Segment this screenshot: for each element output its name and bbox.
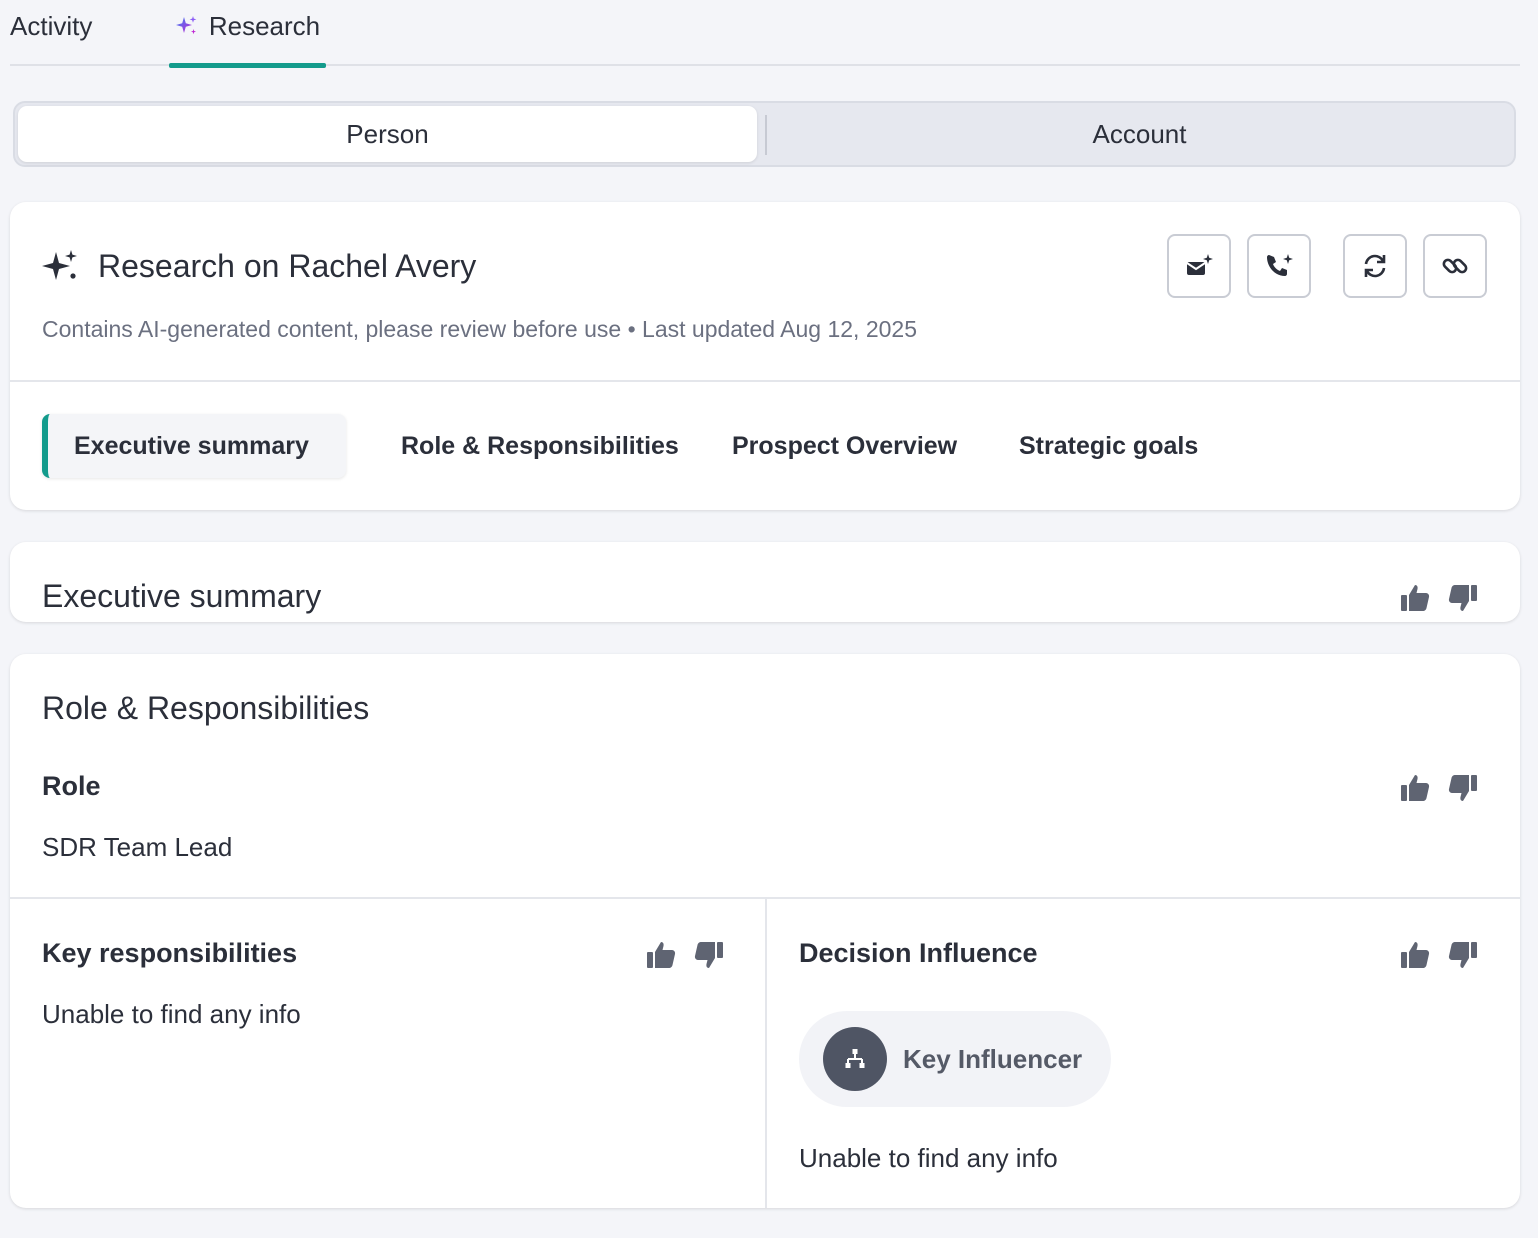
thumbs-down-button[interactable] — [1447, 772, 1479, 804]
research-subtitle: Contains AI-generated content, please re… — [42, 316, 917, 342]
subtab-prospect-overview[interactable]: Prospect Overview — [732, 414, 957, 478]
subtab-label: Prospect Overview — [732, 431, 958, 460]
segment-account[interactable]: Account — [767, 106, 1512, 162]
decision-influence-value: Unable to find any info — [799, 1143, 1058, 1173]
thumbs-down-button[interactable] — [693, 939, 725, 971]
subtab-label: Executive summary — [74, 431, 309, 460]
thumbs-down-icon — [694, 942, 723, 968]
decision-influence-label: Decision Influence — [799, 938, 1038, 968]
person-account-toggle: Person Account — [13, 101, 1516, 167]
segment-account-label: Account — [1092, 118, 1187, 149]
top-tab-bar: Activity Research — [10, 0, 1520, 68]
key-responsibilities-label: Key responsibilities — [42, 938, 298, 968]
thumbs-up-icon — [1401, 585, 1430, 611]
header-divider — [10, 380, 1520, 382]
executive-summary-title: Executive summary — [42, 578, 322, 614]
segment-person[interactable]: Person — [18, 106, 757, 162]
mail-sparkle-icon — [1184, 251, 1214, 281]
tab-activity[interactable]: Activity — [10, 0, 92, 66]
column-divider — [765, 898, 767, 1208]
subtab-strategic-goals[interactable]: Strategic goals — [1019, 414, 1198, 478]
role-value: SDR Team Lead — [42, 832, 233, 862]
thumbs-down-button[interactable] — [1447, 939, 1479, 971]
thumbs-down-icon — [1448, 775, 1477, 801]
role-label: Role — [42, 771, 101, 801]
phone-sparkle-icon — [1264, 251, 1294, 281]
tab-research-label: Research — [208, 10, 321, 41]
thumbs-up-icon — [647, 942, 676, 968]
thumbs-up-button[interactable] — [1399, 772, 1431, 804]
thumbs-down-icon — [1448, 942, 1477, 968]
thumbs-down-button[interactable] — [1447, 582, 1479, 614]
role-section-title: Role & Responsibilities — [42, 690, 370, 726]
sparkle-icon — [175, 14, 199, 38]
refresh-icon — [1360, 251, 1390, 281]
subtab-role-responsibilities[interactable]: Role & Responsibilities — [401, 414, 679, 478]
research-title: Research on Rachel Avery — [36, 246, 476, 286]
thumbs-down-icon — [1448, 585, 1477, 611]
link-icon — [1440, 251, 1470, 281]
subtab-executive-summary[interactable]: Executive summary — [42, 414, 346, 478]
subtab-label: Strategic goals — [1019, 431, 1199, 460]
subtab-label: Role & Responsibilities — [401, 431, 679, 460]
key-influencer-label: Key Influencer — [903, 1043, 1083, 1074]
email-ai-button[interactable] — [1167, 234, 1231, 298]
copy-link-button[interactable] — [1423, 234, 1487, 298]
sparkle-icon — [36, 246, 84, 286]
thumbs-up-icon — [1401, 942, 1430, 968]
org-hierarchy-icon — [823, 1027, 887, 1091]
tab-research[interactable]: Research — [169, 0, 326, 68]
call-ai-button[interactable] — [1247, 234, 1311, 298]
thumbs-up-icon — [1401, 775, 1430, 801]
thumbs-up-button[interactable] — [645, 939, 677, 971]
refresh-button[interactable] — [1343, 234, 1407, 298]
key-responsibilities-value: Unable to find any info — [42, 999, 301, 1029]
segment-person-label: Person — [346, 118, 429, 149]
research-title-text: Research on Rachel Avery — [98, 247, 477, 284]
key-influencer-badge: Key Influencer — [799, 1011, 1111, 1107]
thumbs-up-button[interactable] — [1399, 939, 1431, 971]
tab-activity-label: Activity — [10, 10, 93, 41]
thumbs-up-button[interactable] — [1399, 582, 1431, 614]
